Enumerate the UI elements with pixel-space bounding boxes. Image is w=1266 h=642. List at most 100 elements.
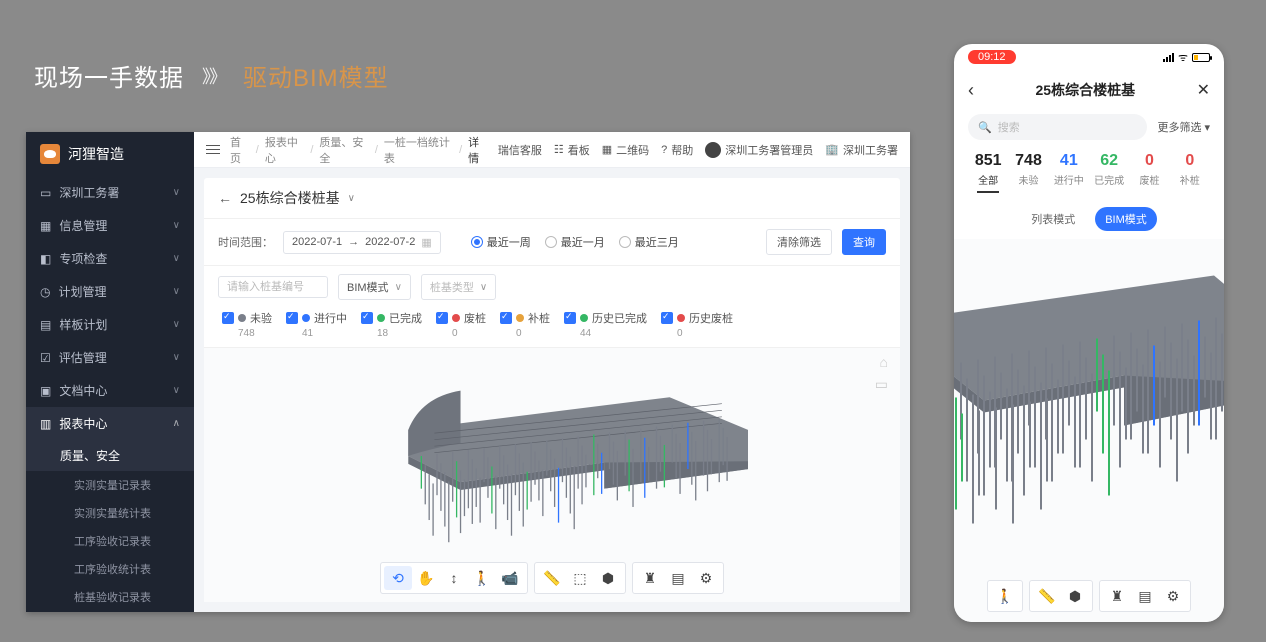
crumb[interactable]: 首页 bbox=[230, 134, 250, 166]
explode-tool[interactable]: ⬢ bbox=[594, 566, 622, 590]
subnav-item[interactable]: 实测实量记录表 bbox=[26, 471, 194, 499]
nav-plan[interactable]: ◷计划管理∨ bbox=[26, 275, 194, 308]
subnav-item[interactable]: 工序验收统计表 bbox=[26, 555, 194, 583]
legend-label: 补桩 bbox=[528, 310, 550, 326]
legend-item[interactable]: 进行中41 bbox=[286, 310, 347, 339]
status-legend: 未验748 进行中41 已完成18 废桩0 补桩0 历史已完成44 历史废桩0 bbox=[222, 310, 733, 339]
legend-item[interactable]: 废桩0 bbox=[436, 310, 486, 339]
stat-tab[interactable]: 748未验 bbox=[1008, 152, 1048, 193]
customer-service-link[interactable]: 瑞信客服 bbox=[498, 142, 542, 158]
mobile-bim-viewport[interactable]: 🚶 📏⬢ ♜▤⚙ bbox=[954, 239, 1224, 622]
layers-tool[interactable]: ▤ bbox=[1131, 584, 1159, 608]
stat-tab[interactable]: 851全部 bbox=[968, 152, 1008, 193]
fit-icon[interactable]: ▭ bbox=[875, 376, 888, 393]
query-button[interactable]: 查询 bbox=[842, 229, 886, 255]
nav-reports[interactable]: ▥报表中心∧ bbox=[26, 407, 194, 440]
nav-template[interactable]: ▤样板计划∨ bbox=[26, 308, 194, 341]
orbit-tool[interactable]: ⟲ bbox=[384, 566, 412, 590]
app-name: 河狸智造 bbox=[68, 144, 124, 164]
nav-inspect[interactable]: ◧专项检查∨ bbox=[26, 242, 194, 275]
mobile-header: ‹ 25栋综合楼桩基 ✕ bbox=[954, 70, 1224, 110]
radio-last-3-months[interactable]: 最近三月 bbox=[619, 234, 679, 250]
org-menu[interactable]: 🏢深圳工务署 bbox=[825, 142, 898, 158]
camera-tool[interactable]: 📹 bbox=[496, 566, 524, 590]
radio-last-week[interactable]: 最近一周 bbox=[471, 234, 531, 250]
pile-search-input[interactable] bbox=[218, 276, 328, 298]
legend-item[interactable]: 未验748 bbox=[222, 310, 272, 339]
legend-label: 废桩 bbox=[464, 310, 486, 326]
nav-org[interactable]: ▭深圳工务署∨ bbox=[26, 176, 194, 209]
search-input[interactable]: 🔍 搜索 bbox=[968, 114, 1147, 140]
back-button[interactable]: ‹ bbox=[968, 80, 974, 101]
stat-number: 0 bbox=[1129, 152, 1169, 170]
crumb[interactable]: 报表中心 bbox=[265, 134, 305, 166]
desktop-window: 河狸智造 ▭深圳工务署∨ ▦信息管理∨ ◧专项检查∨ ◷计划管理∨ ▤样板计划∨… bbox=[26, 132, 910, 612]
pan-tool[interactable]: ✋ bbox=[412, 566, 440, 590]
board-link[interactable]: ☷看板 bbox=[554, 142, 590, 158]
bim-viewport[interactable]: ⌂ ▭ ⟲ ✋ ↕ 🚶 📹 📏 ⬚ ⬢ bbox=[204, 348, 900, 602]
tree-tool[interactable]: ♜ bbox=[636, 566, 664, 590]
checkbox-icon bbox=[436, 312, 448, 324]
crumb[interactable]: 一桩一档统计表 bbox=[384, 134, 453, 166]
home-icon[interactable]: ⌂ bbox=[880, 354, 888, 370]
settings-tool[interactable]: ⚙ bbox=[692, 566, 720, 590]
battery-icon bbox=[1192, 53, 1210, 62]
mode-select[interactable]: BIM模式∨ bbox=[338, 274, 411, 300]
stat-tab[interactable]: 0补桩 bbox=[1170, 152, 1210, 193]
mobile-mode-toggle: 列表模式 BIM模式 bbox=[954, 201, 1224, 239]
calendar-icon: ▦ bbox=[421, 236, 431, 249]
nav-docs[interactable]: ▣文档中心∨ bbox=[26, 374, 194, 407]
nav-eval[interactable]: ☑评估管理∨ bbox=[26, 341, 194, 374]
legend-item[interactable]: 历史废桩0 bbox=[661, 310, 733, 339]
title-dropdown-icon[interactable]: ∨ bbox=[348, 193, 355, 204]
section-tool[interactable]: ⬚ bbox=[566, 566, 594, 590]
walk-tool[interactable]: 🚶 bbox=[468, 566, 496, 590]
subnav-item[interactable]: 实测实量统计表 bbox=[26, 499, 194, 527]
toggle-bim-mode[interactable]: BIM模式 bbox=[1095, 207, 1157, 231]
chevron-down-icon: ∨ bbox=[173, 352, 180, 363]
legend-item[interactable]: 已完成18 bbox=[361, 310, 422, 339]
layers-tool[interactable]: ▤ bbox=[664, 566, 692, 590]
qr-link[interactable]: ▦二维码 bbox=[602, 142, 649, 158]
chevron-down-icon: ∨ bbox=[173, 253, 180, 264]
legend-item[interactable]: 补桩0 bbox=[500, 310, 550, 339]
report-icon: ▥ bbox=[40, 417, 51, 431]
nav-info[interactable]: ▦信息管理∨ bbox=[26, 209, 194, 242]
mobile-status-bar: 09:12 ᯤ bbox=[954, 44, 1224, 70]
stat-label: 进行中 bbox=[1049, 172, 1089, 187]
board-icon: ☷ bbox=[554, 143, 564, 156]
subnav-item[interactable]: 工序验收记录表 bbox=[26, 527, 194, 555]
subnav-item[interactable]: 桩基验收记录表 bbox=[26, 583, 194, 611]
explode-tool[interactable]: ⬢ bbox=[1061, 584, 1089, 608]
bim-model-canvas[interactable] bbox=[214, 358, 890, 554]
radio-last-month[interactable]: 最近一月 bbox=[545, 234, 605, 250]
user-menu[interactable]: 深圳工务署管理员 bbox=[705, 142, 813, 158]
walk-tool[interactable]: 🚶 bbox=[991, 584, 1019, 608]
help-link[interactable]: ?帮助 bbox=[661, 142, 693, 158]
subnav-quality-safety[interactable]: 质量、安全 bbox=[26, 440, 194, 471]
topbar: 首页/ 报表中心/ 质量、安全/ 一桩一档统计表/ 详情 瑞信客服 ☷看板 ▦二… bbox=[194, 132, 910, 168]
legend-item[interactable]: 历史已完成44 bbox=[564, 310, 647, 339]
sidebar: 河狸智造 ▭深圳工务署∨ ▦信息管理∨ ◧专项检查∨ ◷计划管理∨ ▤样板计划∨… bbox=[26, 132, 194, 612]
vertical-tool[interactable]: ↕ bbox=[440, 566, 468, 590]
avatar-icon bbox=[705, 142, 721, 158]
stat-tab[interactable]: 0废桩 bbox=[1129, 152, 1169, 193]
stat-tab[interactable]: 41进行中 bbox=[1049, 152, 1089, 193]
pile-type-select[interactable]: 桩基类型∨ bbox=[421, 274, 496, 300]
date-range-picker[interactable]: 2022-07-1 → 2022-07-2 ▦ bbox=[283, 231, 441, 254]
stat-tab[interactable]: 62已完成 bbox=[1089, 152, 1129, 193]
back-button[interactable]: ← bbox=[218, 190, 232, 206]
menu-icon[interactable] bbox=[206, 142, 220, 157]
crumb[interactable]: 质量、安全 bbox=[319, 134, 368, 166]
measure-tool[interactable]: 📏 bbox=[1033, 584, 1061, 608]
toggle-list-mode[interactable]: 列表模式 bbox=[1021, 207, 1085, 231]
settings-tool[interactable]: ⚙ bbox=[1159, 584, 1187, 608]
tree-tool[interactable]: ♜ bbox=[1103, 584, 1131, 608]
measure-tool[interactable]: 📏 bbox=[538, 566, 566, 590]
grid-icon: ▦ bbox=[40, 219, 51, 233]
more-filters-button[interactable]: 更多筛选▾ bbox=[1157, 119, 1210, 135]
close-button[interactable]: ✕ bbox=[1197, 80, 1210, 100]
app-logo[interactable]: 河狸智造 bbox=[26, 132, 194, 176]
clear-filter-button[interactable]: 清除筛选 bbox=[766, 229, 832, 255]
crumb-current: 详情 bbox=[468, 134, 488, 166]
